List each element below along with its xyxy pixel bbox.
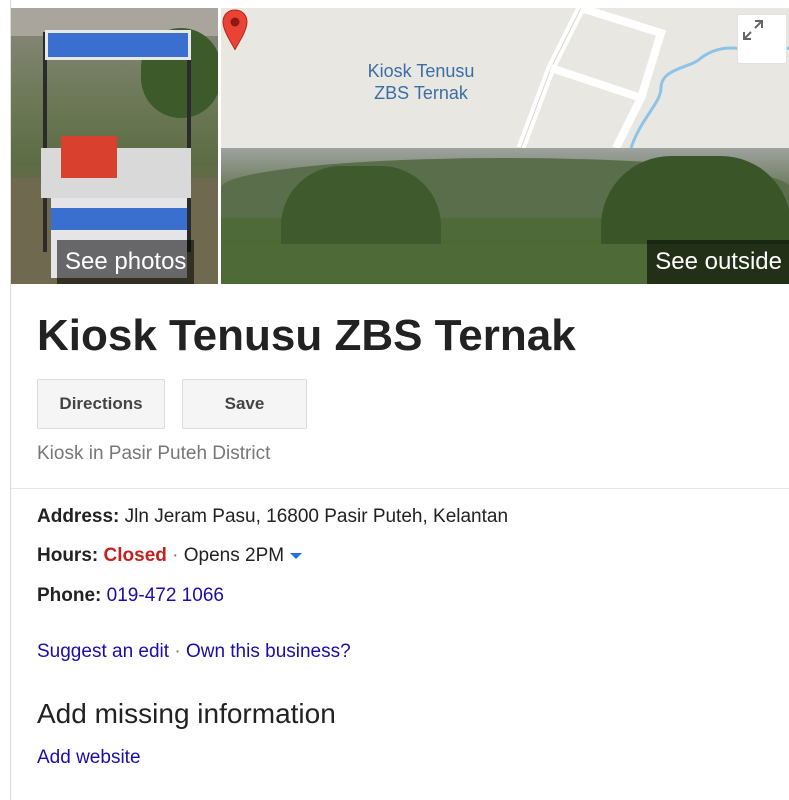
photo-kiosk-sign [45,30,191,60]
hours-row: Hours: Closed · Opens 2PM [37,545,303,567]
phone-row: Phone: 019-472 1066 [37,585,224,607]
street-trees-left [281,166,441,256]
map-pin-icon [222,9,248,51]
edit-links-row: Suggest an edit · Own this business? [37,641,351,663]
map-place-label: Kiosk Tenusu ZBS Ternak [341,60,501,104]
links-separator: · [174,641,181,662]
action-buttons: Directions Save [37,379,307,429]
map-label-line2: ZBS Ternak [374,83,468,103]
own-business-link[interactable]: Own this business? [186,641,351,662]
directions-button[interactable]: Directions [37,379,165,429]
map-label-line1: Kiosk Tenusu [367,61,475,81]
kiosk-photo[interactable]: See photos [11,8,218,284]
hours-separator: · [172,545,179,566]
media-header: See photos Kiosk Tenusu ZBS Ternak See o… [11,8,789,284]
address-value: Jln Jeram Pasu, 16800 Pasir Puteh, Kelan… [124,506,509,527]
place-category: Kiosk in Pasir Puteh District [37,443,271,464]
hours-dropdown[interactable]: Opens 2PM [183,545,303,566]
street-view-thumbnail[interactable]: See outside [221,148,789,284]
expand-map-button[interactable] [737,14,787,64]
hours-next: Opens 2PM [183,545,285,566]
add-website-link[interactable]: Add website [37,747,141,768]
map-roads [221,8,789,148]
hours-label: Hours: [37,545,99,566]
save-button[interactable]: Save [182,379,307,429]
photo-kiosk-box [61,136,117,178]
photo-kiosk-stripe [51,208,187,230]
phone-link[interactable]: 019-472 1066 [107,585,224,606]
suggest-edit-link[interactable]: Suggest an edit [37,641,169,662]
address-row: Address: Jln Jeram Pasu, 16800 Pasir Put… [37,506,508,528]
phone-label: Phone: [37,585,102,606]
missing-info-heading: Add missing information [37,698,336,729]
add-website-row: Add website [37,747,141,769]
address-label: Address: [37,506,120,527]
knowledge-panel: See photos Kiosk Tenusu ZBS Ternak See o… [10,0,789,800]
see-outside-button[interactable]: See outside [647,240,789,284]
divider [11,488,789,489]
hours-status: Closed [103,545,167,566]
expand-icon [743,20,763,40]
caret-down-icon [290,552,303,559]
place-title: Kiosk Tenusu ZBS Ternak [37,311,576,360]
map-thumbnail[interactable]: Kiosk Tenusu ZBS Ternak [221,8,789,148]
see-photos-button[interactable]: See photos [57,240,195,284]
